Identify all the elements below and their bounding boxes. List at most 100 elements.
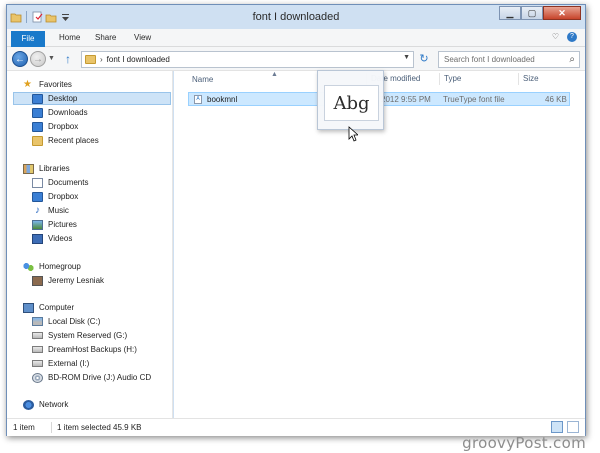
search-placeholder: Search font I downloaded: [444, 55, 535, 64]
nav-item-recent-places[interactable]: Recent places: [32, 134, 99, 147]
nav-item-local-disk-c[interactable]: Local Disk (C:): [32, 315, 100, 328]
font-file-icon: A: [194, 95, 202, 104]
expand-ribbon-icon[interactable]: ♡: [552, 32, 559, 42]
pictures-icon: [32, 219, 43, 230]
nav-item-system-reserved-g[interactable]: System Reserved (G:): [32, 329, 127, 342]
search-input[interactable]: Search font I downloaded ⌕: [438, 51, 580, 68]
drive-icon: [32, 317, 43, 326]
downloads-icon: [32, 107, 43, 118]
drive-icon: [32, 332, 43, 339]
file-name[interactable]: bookmnl: [207, 95, 237, 104]
folder-icon: [85, 55, 96, 64]
nav-item-label: Dropbox: [48, 192, 79, 201]
nav-network-label: Network: [39, 400, 69, 409]
selection-info: 1 item selected 45.9 KB: [57, 423, 142, 432]
sort-ascending-icon: ▲: [271, 71, 278, 78]
maximize-button[interactable]: ▢: [521, 6, 543, 20]
file-size: 46 KB: [545, 95, 567, 104]
column-header-type[interactable]: Type: [439, 73, 461, 85]
nav-item-label: DreamHost Backups (H:): [48, 345, 137, 354]
nav-item-bd-rom-drive-j[interactable]: BD-ROM Drive (J:) Audio CD: [32, 371, 151, 384]
music-icon: ♪: [35, 204, 40, 216]
tab-view[interactable]: View: [128, 32, 157, 46]
nav-network[interactable]: Network: [23, 398, 68, 411]
nav-item-library-dropbox[interactable]: Dropbox: [32, 190, 78, 203]
drive-icon: [32, 346, 43, 353]
address-toolbar: ← → ▼ ↑ › font I downloaded ▼ ↻ Search f…: [7, 47, 585, 71]
column-header-name[interactable]: Name: [192, 75, 213, 84]
nav-item-label: Desktop: [48, 94, 78, 103]
drive-icon: [32, 360, 43, 367]
refresh-button[interactable]: ↻: [417, 52, 431, 67]
title-bar: font I downloaded ▁ ▢ ✕: [7, 5, 585, 29]
documents-icon: [32, 177, 43, 188]
tab-home[interactable]: Home: [53, 32, 86, 46]
nav-homegroup[interactable]: Homegroup: [23, 260, 81, 273]
nav-item-label: Downloads: [48, 108, 88, 117]
nav-item-label: Jeremy Lesniak: [48, 276, 105, 285]
nav-item-external-i[interactable]: External (I:): [32, 357, 89, 370]
file-date: 2012 9:55 PM: [381, 95, 431, 104]
nav-item-downloads[interactable]: Downloads: [32, 106, 88, 119]
nav-item-label: System Reserved (G:): [48, 331, 128, 340]
item-count: 1 item: [13, 423, 35, 432]
font-sample: Abg: [324, 85, 379, 121]
nav-favorites-label: Favorites: [39, 80, 72, 89]
forward-button[interactable]: →: [30, 51, 46, 67]
address-field[interactable]: › font I downloaded ▼: [81, 51, 414, 68]
nav-item-desktop[interactable]: Desktop: [13, 92, 171, 105]
nav-item-dropbox[interactable]: Dropbox: [32, 120, 78, 133]
search-icon[interactable]: ⌕: [569, 54, 575, 65]
nav-libraries[interactable]: Libraries: [23, 162, 70, 175]
nav-item-label: Dropbox: [48, 122, 79, 131]
file-type: TrueType font file: [443, 95, 505, 104]
watermark: groovyPost.com: [462, 434, 586, 452]
desktop-icon: [32, 93, 43, 104]
recent-locations-icon[interactable]: ▼: [48, 55, 55, 62]
up-button[interactable]: ↑: [62, 52, 74, 66]
disc-icon: [32, 372, 43, 383]
network-icon: [23, 399, 34, 410]
window-controls: ▁ ▢ ✕: [499, 6, 581, 20]
chevron-down-icon[interactable]: ▼: [403, 54, 410, 61]
back-button[interactable]: ←: [12, 51, 28, 67]
nav-item-pictures[interactable]: Pictures: [32, 218, 77, 231]
column-header-size[interactable]: Size: [518, 73, 539, 85]
nav-item-label: External (I:): [48, 359, 90, 368]
mouse-cursor-icon: [348, 126, 358, 142]
nav-computer[interactable]: Computer: [23, 301, 74, 314]
videos-icon: [32, 233, 43, 244]
large-icons-view-button[interactable]: [567, 421, 579, 433]
nav-item-jeremy-lesniak[interactable]: Jeremy Lesniak: [32, 274, 104, 287]
navigation-pane: ★ Favorites Desktop Downloads Dropbox Re…: [7, 71, 173, 418]
nav-libraries-label: Libraries: [39, 164, 70, 173]
help-icon[interactable]: ?: [567, 32, 577, 42]
user-icon: [32, 275, 43, 286]
dropbox-icon: [32, 191, 43, 202]
nav-computer-label: Computer: [39, 303, 75, 312]
tab-share[interactable]: Share: [89, 32, 122, 46]
details-view-button[interactable]: [551, 421, 563, 433]
nav-item-label: Local Disk (C:): [48, 317, 101, 326]
file-list: ▲ Name Date modified Type Size A bookmnl…: [174, 70, 585, 418]
computer-icon: [23, 302, 34, 313]
nav-item-music[interactable]: ♪ Music: [32, 204, 69, 217]
nav-item-documents[interactable]: Documents: [32, 176, 88, 189]
nav-item-videos[interactable]: Videos: [32, 232, 72, 245]
dropbox-icon: [32, 121, 43, 132]
address-path[interactable]: font I downloaded: [107, 55, 170, 64]
nav-favorites[interactable]: ★ Favorites: [23, 78, 72, 91]
recent-places-icon: [32, 135, 43, 146]
close-button[interactable]: ✕: [543, 6, 581, 20]
chevron-right-icon[interactable]: ›: [100, 55, 103, 64]
nav-item-label: Videos: [48, 234, 73, 243]
minimize-button[interactable]: ▁: [499, 6, 521, 20]
nav-item-label: BD-ROM Drive (J:) Audio CD: [48, 373, 152, 382]
libraries-icon: [23, 163, 34, 174]
nav-item-label: Documents: [48, 178, 89, 187]
nav-item-label: Music: [48, 206, 69, 215]
tab-file[interactable]: File: [11, 31, 45, 47]
ribbon-right-controls: ♡ ?: [552, 32, 577, 42]
nav-item-dreamhost-backups-h[interactable]: DreamHost Backups (H:): [32, 343, 137, 356]
nav-homegroup-label: Homegroup: [39, 262, 81, 271]
